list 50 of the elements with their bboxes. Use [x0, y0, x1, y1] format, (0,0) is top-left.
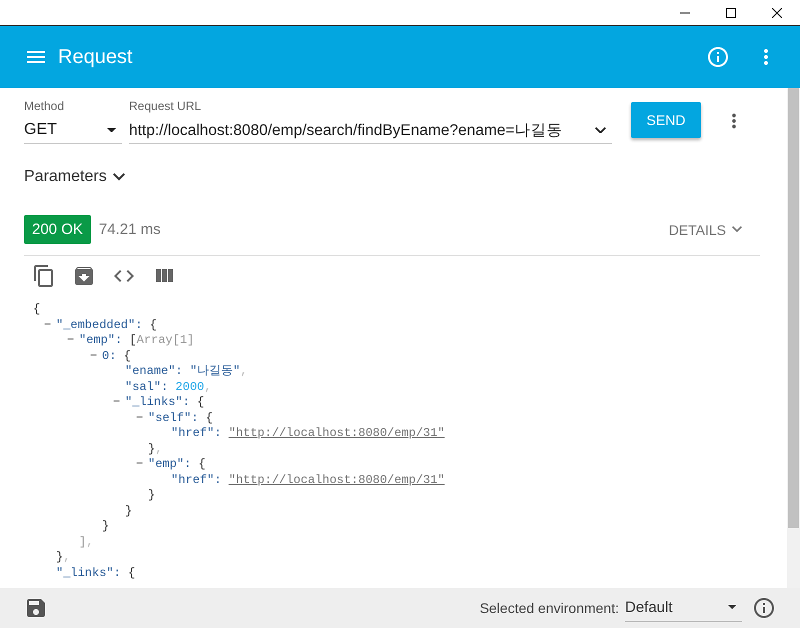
json-key: "href":: [171, 472, 222, 488]
url-field[interactable]: http://localhost:8080/emp/search/findByEname?ename=나길동: [129, 117, 612, 144]
collapse-toggle[interactable]: −: [90, 348, 102, 364]
status-badge: 200 OK: [24, 215, 91, 244]
json-line: "self": {: [148, 410, 213, 426]
json-line: 0: {: [102, 348, 131, 364]
info-icon[interactable]: [706, 45, 730, 69]
method-dropdown[interactable]: GET: [24, 117, 122, 144]
json-line: "sal": 2000,: [125, 380, 212, 395]
save-icon[interactable]: [24, 596, 48, 620]
json-line: "ename": "나길동",: [125, 364, 248, 380]
copy-icon[interactable]: [32, 264, 56, 288]
app-title: Request: [58, 46, 134, 68]
collapse-toggle[interactable]: −: [136, 457, 148, 472]
info-icon[interactable]: [752, 596, 776, 620]
details-button[interactable]: DETAILS: [668, 222, 742, 238]
json-line: ],: [79, 534, 94, 550]
method-label: Method: [24, 99, 66, 113]
json-line: },: [56, 550, 70, 566]
chevron-down-icon: [595, 126, 606, 134]
json-line: }: [148, 488, 156, 504]
json-line: "_links": {: [56, 566, 136, 581]
url-link[interactable]: "http://localhost:8080/emp/31": [228, 426, 445, 442]
collapse-toggle[interactable]: −: [136, 410, 148, 426]
json-line: {: [33, 302, 40, 318]
dropdown-caret-icon: [728, 605, 736, 610]
environment-dropdown[interactable]: Default: [625, 594, 742, 622]
collapse-toggle[interactable]: −: [67, 333, 79, 348]
json-line: "emp": [Array[1]: [79, 333, 194, 348]
json-line: }: [102, 519, 110, 534]
json-line: "_embedded": {: [56, 318, 157, 333]
chevron-down-icon[interactable]: [112, 173, 125, 181]
archive-icon[interactable]: [72, 264, 96, 288]
collapse-toggle[interactable]: −: [44, 318, 56, 333]
environment-label: Selected environment:: [480, 600, 619, 616]
parameters-toggle[interactable]: Parameters: [24, 168, 107, 186]
json-line: }: [125, 504, 132, 519]
json-line: "_links": {: [125, 395, 204, 410]
url-label: Request URL: [129, 99, 202, 113]
collapse-toggle[interactable]: −: [113, 395, 125, 410]
json-line: },: [148, 442, 162, 457]
url-link[interactable]: "http://localhost:8080/emp/31": [228, 472, 445, 488]
scrollbar-thumb[interactable]: [788, 88, 799, 528]
json-key: "href":: [171, 426, 222, 442]
chevron-down-icon: [732, 226, 742, 233]
json-line: "emp": {: [148, 457, 206, 472]
dropdown-caret-icon: [106, 128, 116, 132]
maximize-icon[interactable]: [726, 8, 736, 18]
close-icon[interactable]: [772, 8, 782, 18]
response-time: 74.21 ms: [98, 221, 162, 238]
